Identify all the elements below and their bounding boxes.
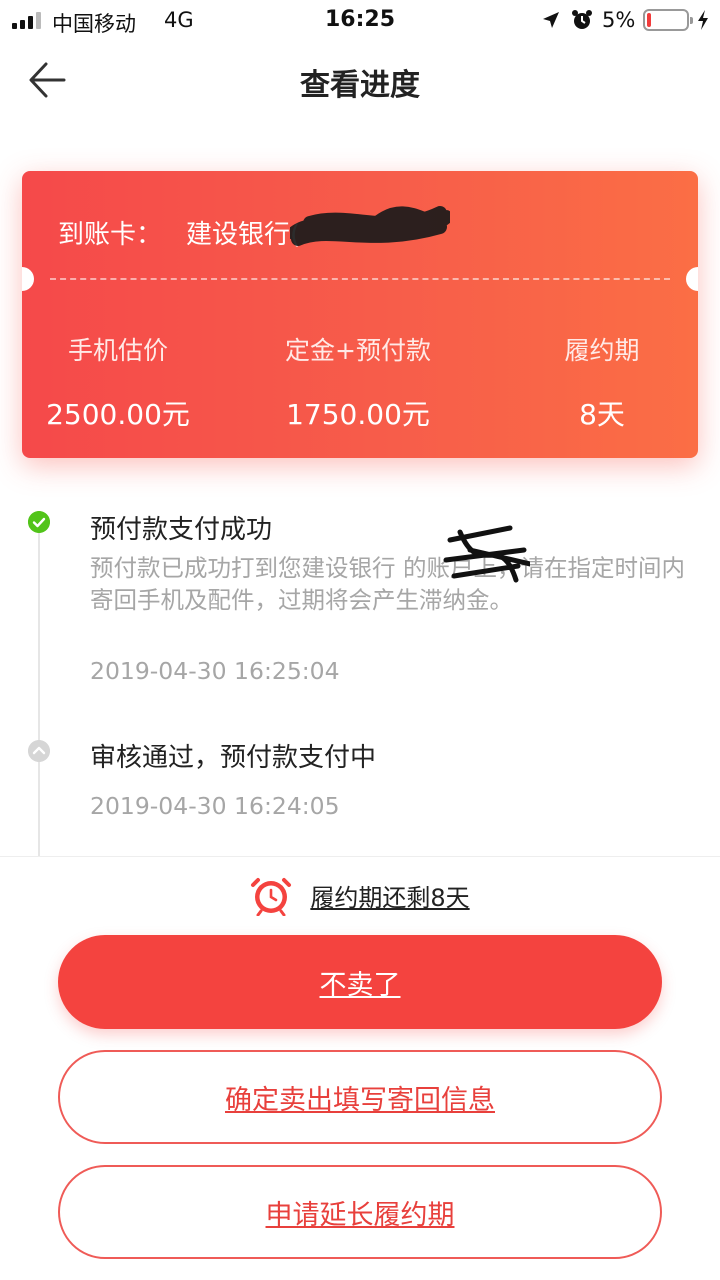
timeline-time: 2019-04-30 16:25:04 bbox=[90, 657, 340, 685]
confirm-sale-button[interactable]: 确定卖出填写寄回信息 bbox=[58, 1050, 662, 1144]
redaction-scribble bbox=[290, 206, 450, 246]
bottom-action-panel: 履约期还剩8天 不卖了 确定卖出填写寄回信息 申请延长履约期 bbox=[0, 856, 720, 1280]
estimate-label: 手机估价 bbox=[67, 336, 168, 365]
card-divider bbox=[50, 278, 670, 280]
summary-card: 到账卡： 建设银行( 手机估价 2500.00元 定金+预付款 1750.00元… bbox=[22, 171, 698, 458]
timeline-description: 预付款已成功打到您建设银行 的账户上，请在指定时间内寄回手机及配件，过期将会产生… bbox=[90, 554, 685, 614]
battery-icon bbox=[643, 9, 693, 31]
remaining-term-text[interactable]: 履约期还剩8天 bbox=[310, 878, 469, 913]
location-arrow-icon bbox=[543, 12, 559, 28]
term-column: 履约期 8天 bbox=[492, 331, 698, 433]
cancel-sale-button[interactable]: 不卖了 bbox=[58, 935, 662, 1029]
redaction-scribble bbox=[443, 525, 530, 583]
account-label: 到账卡： bbox=[58, 220, 163, 250]
chevron-up-circle-icon bbox=[28, 740, 50, 762]
nav-bar: 查看进度 bbox=[0, 40, 720, 124]
estimate-value: 2500.00元 bbox=[46, 398, 190, 431]
deposit-column: 定金+预付款 1750.00元 bbox=[248, 331, 468, 433]
deposit-value: 1750.00元 bbox=[286, 398, 430, 431]
card-notch-right bbox=[686, 267, 698, 291]
check-circle-icon bbox=[28, 511, 50, 533]
term-value: 8天 bbox=[579, 398, 625, 431]
estimate-column: 手机估价 2500.00元 bbox=[22, 331, 228, 433]
term-label: 履约期 bbox=[564, 336, 640, 365]
charging-bolt-icon bbox=[698, 10, 708, 30]
timeline-line bbox=[38, 526, 40, 856]
alarm-icon bbox=[572, 10, 592, 29]
account-value: 建设银行( bbox=[186, 220, 301, 250]
battery-fill bbox=[647, 13, 651, 27]
timeline-title: 审核通过，预付款支付中 bbox=[90, 743, 377, 773]
extend-term-button[interactable]: 申请延长履约期 bbox=[58, 1165, 662, 1259]
remaining-term-row[interactable]: 履约期还剩8天 bbox=[0, 873, 720, 917]
alarm-clock-icon bbox=[251, 878, 292, 916]
status-bar: 中国移动 4G 16:25 5% bbox=[0, 0, 720, 40]
timeline-title: 预付款支付成功 bbox=[90, 515, 273, 545]
account-row: 到账卡： 建设银行( bbox=[58, 214, 300, 251]
deposit-label: 定金+预付款 bbox=[285, 336, 431, 365]
battery-percent: 5% bbox=[602, 8, 636, 32]
page-title: 查看进度 bbox=[300, 68, 420, 103]
card-notch-left bbox=[22, 267, 34, 291]
timeline-time: 2019-04-30 16:24:05 bbox=[90, 792, 340, 820]
